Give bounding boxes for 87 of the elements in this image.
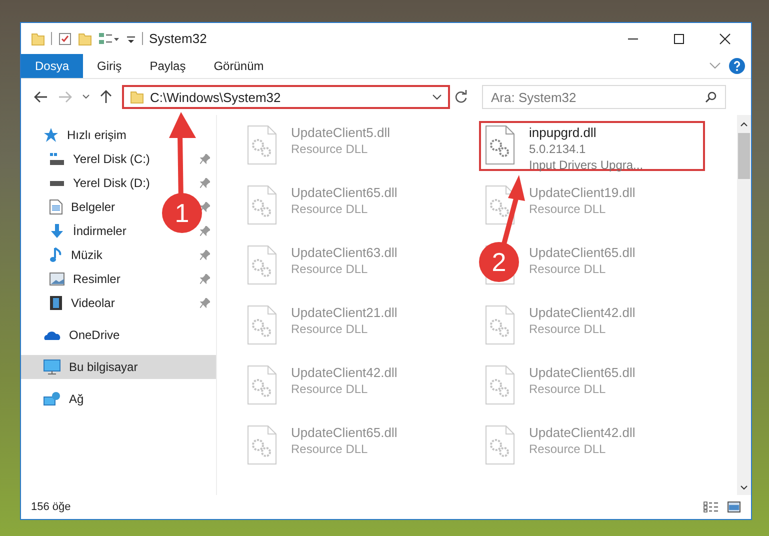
music-note-icon: [49, 247, 63, 263]
scrollbar[interactable]: [737, 115, 751, 495]
details-view-icon[interactable]: [703, 501, 719, 513]
drive-icon: [49, 152, 65, 166]
sidebar-item[interactable]: Videolar: [71, 296, 115, 310]
help-icon[interactable]: [729, 58, 745, 74]
file-description: Resource DLL: [291, 201, 369, 217]
dll-file-icon: [247, 185, 277, 225]
back-arrow-icon[interactable]: [34, 91, 48, 103]
file-description: Resource DLL: [291, 261, 369, 277]
chevron-down-icon[interactable]: [432, 94, 442, 100]
sidebar-item[interactable]: Yerel Disk (C:): [73, 152, 150, 166]
sidebar-item[interactable]: Bu bilgisayar: [21, 355, 216, 379]
sidebar-item[interactable]: Resimler: [73, 272, 120, 286]
sidebar-item[interactable]: Müzik: [71, 248, 102, 262]
sidebar-item[interactable]: OneDrive: [21, 323, 216, 347]
dll-file-icon: [485, 305, 515, 345]
sidebar-item[interactable]: İndirmeler: [73, 224, 126, 238]
star-icon: [43, 127, 59, 143]
file-description: Resource DLL: [529, 261, 607, 277]
dll-file-icon: [247, 425, 277, 465]
sidebar-label: Ağ: [69, 392, 84, 406]
dll-file-icon: [485, 365, 515, 405]
down-arrow-icon: [49, 223, 65, 239]
file-description: Resource DLL: [529, 441, 607, 457]
network-icon: [43, 391, 61, 407]
dll-file-icon: [247, 365, 277, 405]
file-description: Input Drivers Upgra...: [529, 157, 644, 173]
item-count: 156 öğe: [31, 501, 71, 513]
sidebar-item[interactable]: Yerel Disk (D:): [73, 176, 150, 190]
sidebar-label: OneDrive: [69, 328, 120, 342]
pin-icon[interactable]: [200, 178, 210, 188]
cloud-icon: [43, 329, 61, 341]
ribbon-tab[interactable]: Paylaş: [136, 54, 200, 78]
recent-chevron-icon[interactable]: [82, 94, 90, 100]
pin-icon[interactable]: [200, 154, 210, 164]
scroll-down-icon[interactable]: [740, 485, 748, 491]
large-icons-view-icon[interactable]: [727, 501, 741, 513]
dll-file-icon: [485, 185, 515, 225]
new-folder-icon: [78, 32, 92, 46]
document-icon: [49, 199, 63, 215]
pin-icon[interactable]: [200, 202, 210, 212]
up-arrow-icon[interactable]: [100, 90, 112, 104]
file-description: Resource DLL: [291, 321, 369, 337]
film-icon: [49, 295, 63, 311]
address-path: C:\Windows\System32: [150, 90, 282, 104]
pin-icon[interactable]: [200, 250, 210, 260]
search-field[interactable]: Ara: System32: [482, 85, 726, 109]
ribbon-tab[interactable]: Dosya: [21, 54, 84, 78]
computer-icon: [43, 359, 61, 375]
dll-file-icon: [247, 245, 277, 285]
folder-icon: [130, 90, 144, 104]
dll-file-icon: [247, 125, 277, 165]
dll-file-icon: [485, 425, 515, 465]
scroll-up-icon[interactable]: [740, 121, 748, 127]
file-description: Resource DLL: [529, 381, 607, 397]
refresh-icon[interactable]: [454, 90, 468, 104]
picture-icon: [49, 272, 65, 286]
sidebar-label: Hızlı erişim: [67, 128, 126, 142]
sidebar-label: Bu bilgisayar: [69, 360, 138, 374]
close-icon[interactable]: [719, 32, 731, 44]
sidebar-item[interactable]: Ağ: [21, 387, 216, 411]
properties-icon: [58, 32, 72, 46]
file-version: 5.0.2134.1: [529, 141, 587, 157]
dll-file-icon: [247, 305, 277, 345]
file-description: Resource DLL: [529, 201, 607, 217]
dll-file-icon: [485, 125, 515, 165]
file-description: Resource DLL: [529, 321, 607, 337]
sidebar-item[interactable]: Belgeler: [71, 200, 116, 214]
sidebar-item[interactable]: Hızlı erişim: [21, 123, 216, 147]
file-description: Resource DLL: [291, 141, 369, 157]
scroll-thumb[interactable]: [738, 133, 750, 179]
ribbon-tab[interactable]: Görünüm: [200, 54, 278, 78]
pin-icon[interactable]: [200, 274, 210, 284]
drive-icon: [50, 180, 64, 186]
maximize-icon[interactable]: [673, 32, 685, 44]
window-title: System32: [149, 31, 207, 46]
address-bar[interactable]: C:\Windows\System32: [122, 85, 450, 109]
pin-icon[interactable]: [200, 298, 210, 308]
ribbon-tab[interactable]: Giriş: [83, 54, 136, 78]
file-name[interactable]: inpupgrd.dll: [529, 125, 644, 141]
file-description: Resource DLL: [291, 381, 369, 397]
folder-icon: [31, 32, 45, 46]
search-icon[interactable]: [705, 91, 717, 103]
view-options-icon: [98, 32, 120, 46]
file-description: Resource DLL: [291, 441, 369, 457]
pin-icon[interactable]: [200, 226, 210, 236]
